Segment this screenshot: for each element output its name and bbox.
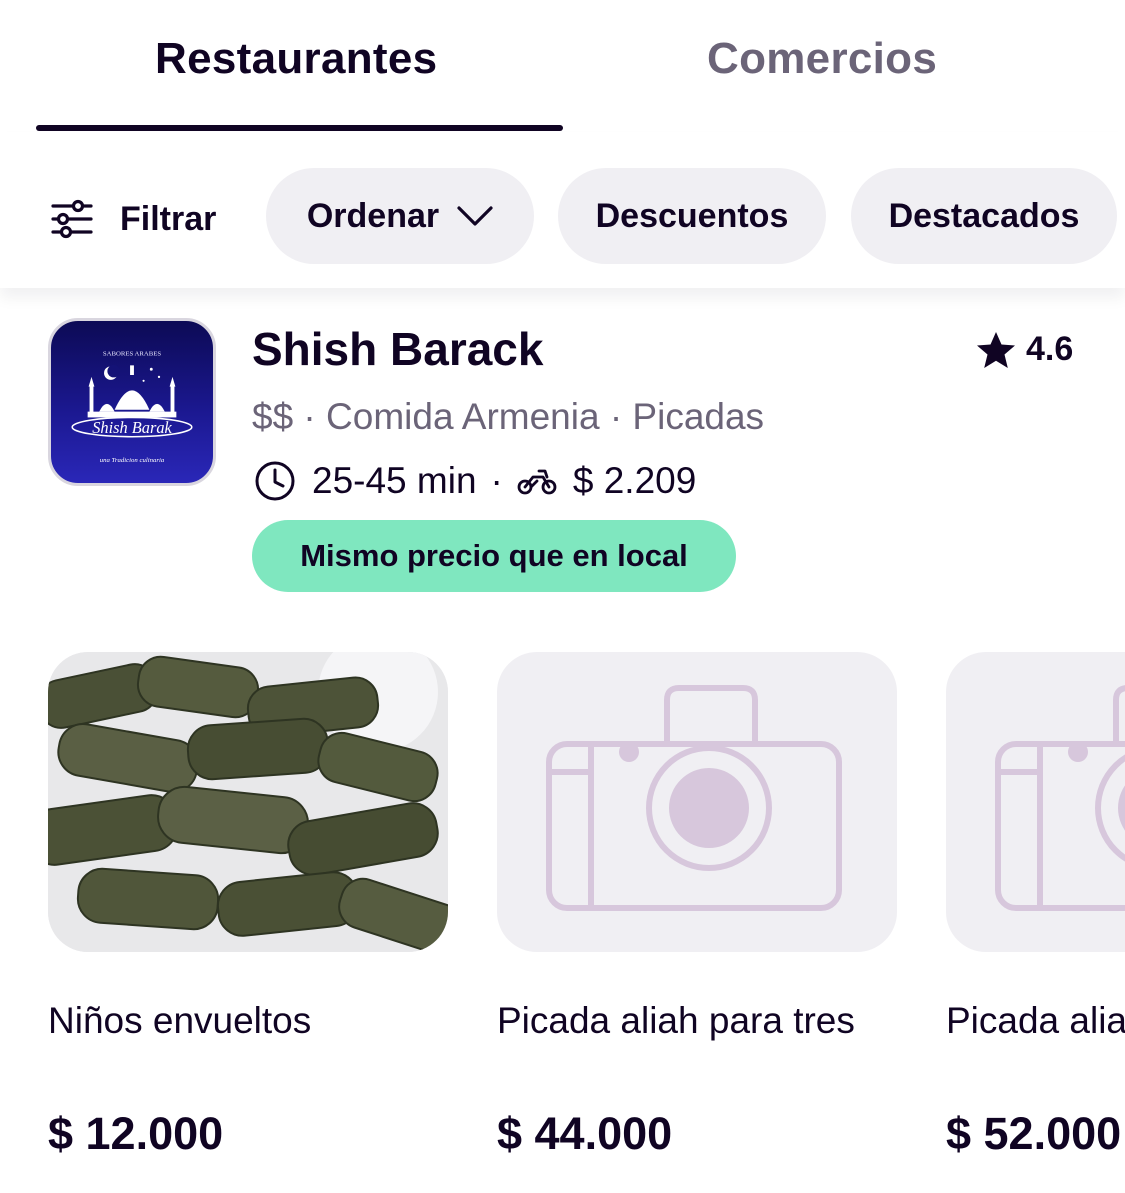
product-card[interactable]: Niños envueltos $ 12.000 bbox=[48, 652, 448, 1159]
same-price-badge: Mismo precio que en local bbox=[252, 520, 736, 592]
sort-chip-label: Ordenar bbox=[306, 196, 440, 235]
clock-icon bbox=[255, 461, 295, 501]
product-card[interactable]: Picada aliah para tres $ 44.000 bbox=[497, 652, 897, 1159]
product-name: Picada aliah para cuatro bbox=[946, 1000, 1125, 1041]
restaurant-logo-image: SABORES ARABES Shish Barak una Tradicion… bbox=[71, 351, 193, 464]
motorcycle-icon bbox=[517, 469, 557, 495]
sliders-icon bbox=[51, 199, 93, 239]
featured-chip[interactable]: Destacados bbox=[851, 168, 1117, 264]
tab-bar: Restaurantes Comercios bbox=[0, 0, 1125, 132]
product-image bbox=[497, 652, 897, 952]
product-price: $ 44.000 bbox=[497, 1108, 673, 1159]
chevron-down-icon bbox=[457, 206, 493, 226]
star-icon bbox=[977, 331, 1015, 368]
discounts-chip-label: Descuentos bbox=[595, 196, 789, 235]
product-image bbox=[48, 652, 448, 952]
logo-bottom-text: una Tradicion culinaria bbox=[100, 457, 165, 464]
active-tab-indicator bbox=[36, 125, 563, 131]
product-image bbox=[946, 652, 1125, 952]
delivery-info: 25-45 min · $ 2.209 bbox=[254, 460, 696, 502]
delivery-fee: $ 2.209 bbox=[572, 460, 697, 501]
food-photo bbox=[48, 652, 448, 952]
delivery-time: 25-45 min bbox=[312, 460, 477, 501]
filter-bar: Filtrar Ordenar Descuentos Destacados bbox=[0, 132, 1125, 288]
discounts-chip[interactable]: Descuentos bbox=[558, 168, 826, 264]
logo-main-text: Shish Barak bbox=[92, 418, 172, 437]
filter-label: Filtrar bbox=[120, 199, 217, 238]
sort-chip[interactable]: Ordenar bbox=[266, 168, 534, 264]
product-name: Niños envueltos bbox=[48, 1000, 312, 1041]
page: Restaurantes Comercios Filtrar Ordenar D… bbox=[0, 0, 1125, 1193]
separator-dot: · bbox=[490, 460, 503, 501]
rating: 4.6 bbox=[976, 330, 1073, 369]
camera-placeholder-icon bbox=[546, 685, 842, 911]
product-name: Picada aliah para tres bbox=[497, 1000, 855, 1041]
product-price: $ 12.000 bbox=[48, 1108, 224, 1159]
product-card[interactable]: Picada aliah para cuatro $ 52.000 bbox=[946, 652, 1125, 1159]
tab-comercios[interactable]: Comercios bbox=[707, 34, 937, 84]
logo-top-text: SABORES ARABES bbox=[103, 351, 162, 358]
restaurant-name: Shish Barack bbox=[252, 323, 544, 375]
filter-button[interactable]: Filtrar bbox=[50, 194, 216, 244]
rating-value: 4.6 bbox=[1026, 330, 1074, 368]
camera-placeholder-icon bbox=[995, 685, 1125, 911]
restaurant-categories: $$ · Comida Armenia · Picadas bbox=[252, 396, 765, 437]
featured-chip-label: Destacados bbox=[888, 196, 1080, 235]
tab-restaurantes[interactable]: Restaurantes bbox=[155, 34, 437, 84]
restaurant-logo: SABORES ARABES Shish Barak una Tradicion… bbox=[48, 318, 216, 486]
product-price: $ 52.000 bbox=[946, 1108, 1122, 1159]
